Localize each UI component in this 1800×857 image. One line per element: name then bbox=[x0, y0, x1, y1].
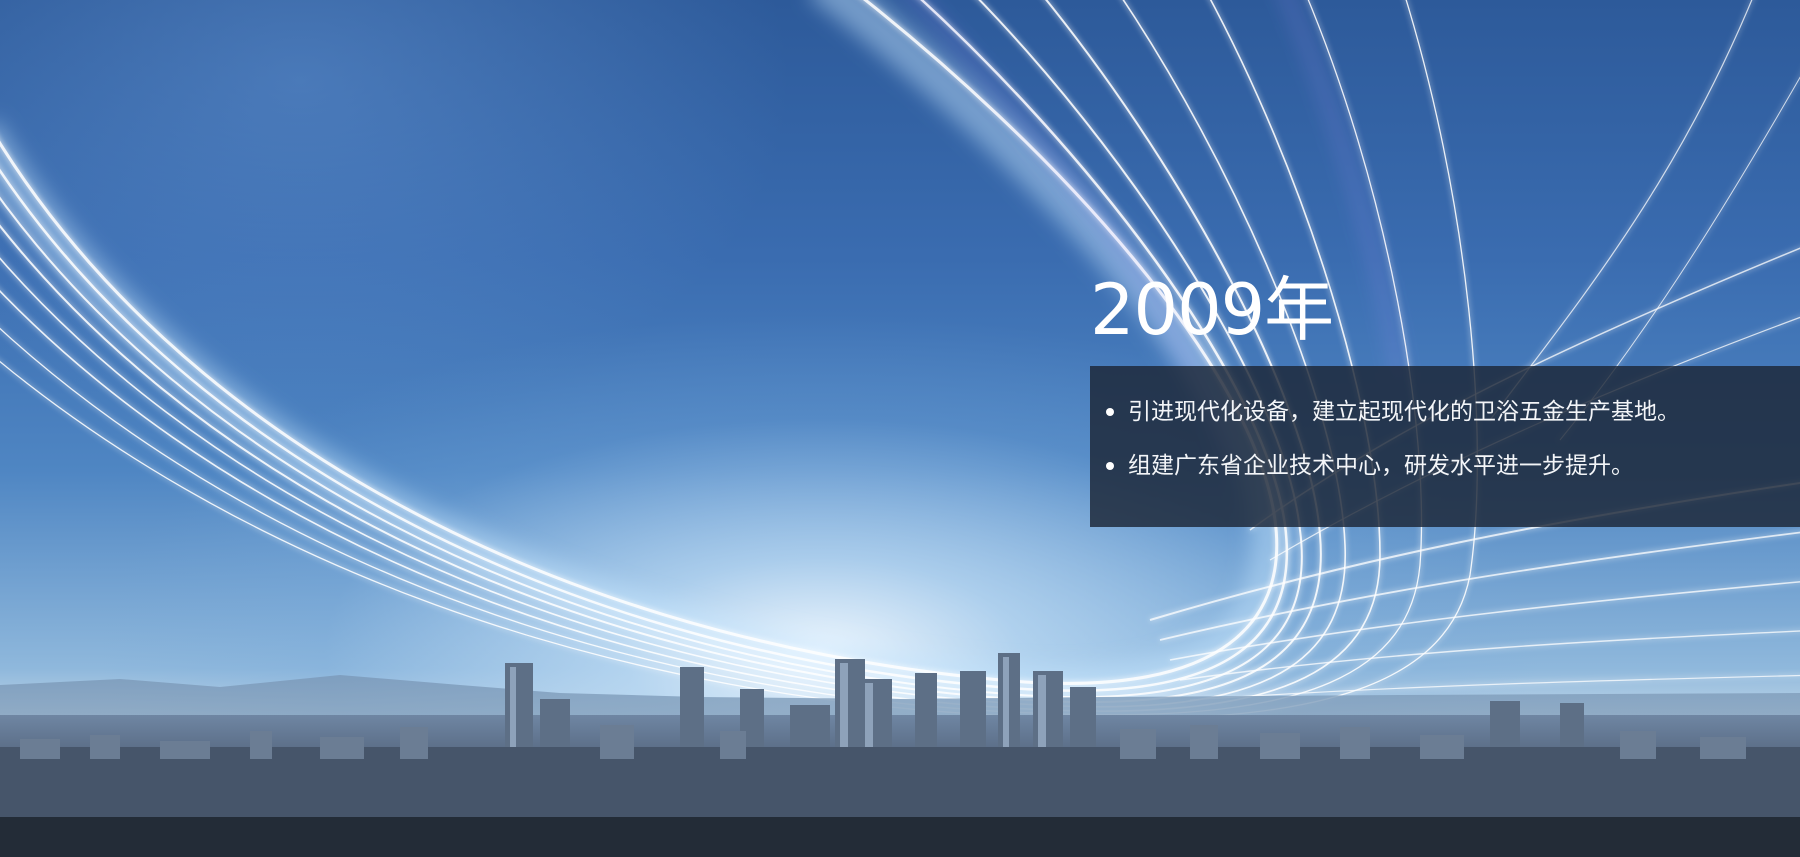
milestone-panel: 引进现代化设备，建立起现代化的卫浴五金生产基地。 组建广东省企业技术中心，研发水… bbox=[1090, 366, 1800, 527]
year-heading: 2009年 bbox=[1090, 269, 1334, 351]
milestone-item: 组建广东省企业技术中心，研发水平进一步提升。 bbox=[1104, 450, 1800, 482]
timeline-banner: 2009年 引进现代化设备，建立起现代化的卫浴五金生产基地。 组建广东省企业技术… bbox=[0, 0, 1800, 857]
milestone-text: 引进现代化设备，建立起现代化的卫浴五金生产基地。 bbox=[1128, 399, 1680, 425]
milestone-item: 引进现代化设备，建立起现代化的卫浴五金生产基地。 bbox=[1104, 396, 1800, 428]
bullet-icon bbox=[1106, 462, 1114, 470]
bullet-icon bbox=[1106, 408, 1114, 416]
city-skyline bbox=[0, 653, 1800, 857]
milestone-list: 引进现代化设备，建立起现代化的卫浴五金生产基地。 组建广东省企业技术中心，研发水… bbox=[1104, 396, 1800, 482]
milestone-text: 组建广东省企业技术中心，研发水平进一步提升。 bbox=[1128, 453, 1634, 479]
